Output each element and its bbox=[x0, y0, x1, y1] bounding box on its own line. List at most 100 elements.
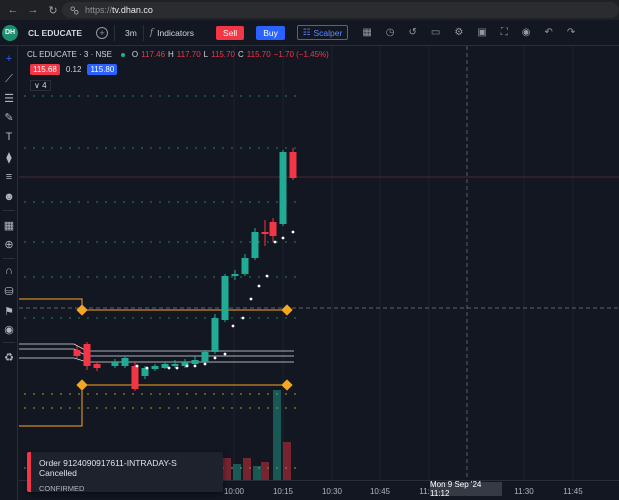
candle-body bbox=[121, 358, 129, 366]
reload-icon[interactable]: ↻ bbox=[46, 3, 60, 17]
symbol-search[interactable]: CL EDUCATE bbox=[28, 28, 82, 38]
magnet-icon[interactable]: ∩ bbox=[2, 264, 16, 278]
lock-icon[interactable]: ⚑ bbox=[2, 304, 16, 318]
pivot-dot bbox=[105, 147, 107, 149]
scalper-button[interactable]: ☷ Scalper bbox=[296, 25, 349, 40]
pivot-dot bbox=[285, 276, 287, 278]
high-value: 117.70 bbox=[176, 50, 201, 59]
bid-ask-panel: 115.68 0.12 115.80 bbox=[30, 64, 118, 75]
sar-dot bbox=[223, 352, 227, 356]
pivot-dot bbox=[249, 147, 251, 149]
undo-icon[interactable]: ↶ bbox=[545, 27, 553, 38]
buy-price-button[interactable]: 115.80 bbox=[87, 64, 118, 75]
pivot-dot bbox=[267, 407, 269, 409]
crosshair-icon[interactable]: + bbox=[2, 52, 16, 66]
trendline-icon[interactable]: ⟋ bbox=[2, 72, 16, 86]
pivot-dot bbox=[249, 201, 251, 203]
pivot-dot bbox=[177, 147, 179, 149]
pivot-dot bbox=[177, 95, 179, 97]
back-icon[interactable]: ← bbox=[6, 3, 20, 17]
low-key: L bbox=[203, 50, 209, 59]
trash-icon[interactable]: ♻ bbox=[2, 350, 16, 364]
pivot-dot bbox=[51, 407, 53, 409]
address-bar[interactable]: https://tv.dhan.co bbox=[62, 2, 619, 18]
replay-icon[interactable]: ↺ bbox=[409, 27, 417, 38]
drawing-toolbar: + ⟋ ☰ ✎ T ⧫ ≡ ☻ ▦ ⊕ ∩ ⛁ ⚑ ◉ ♻ bbox=[0, 46, 18, 500]
broadcast-icon[interactable]: ◉ bbox=[522, 27, 531, 38]
pivot-dot bbox=[177, 317, 179, 319]
pivot-dot bbox=[69, 317, 71, 319]
pivot-dot bbox=[150, 95, 152, 97]
chart-pane[interactable] bbox=[19, 46, 619, 480]
separator bbox=[3, 342, 15, 343]
pivot-dot bbox=[42, 276, 44, 278]
indicators-button[interactable]: f Indicators bbox=[150, 28, 194, 38]
compare-symbol-icon[interactable]: + bbox=[96, 26, 108, 39]
pattern-icon[interactable]: ⧫ bbox=[2, 150, 16, 164]
price-chart[interactable] bbox=[19, 46, 619, 480]
shapes-icon[interactable]: ☻ bbox=[2, 190, 16, 204]
pivot-dot bbox=[42, 393, 44, 395]
pivot-dot bbox=[33, 276, 35, 278]
site-info-icon[interactable] bbox=[70, 5, 79, 15]
pivot-dot bbox=[168, 95, 170, 97]
text-icon[interactable]: T bbox=[2, 130, 16, 144]
buy-button[interactable]: Buy bbox=[256, 25, 285, 40]
fib-icon[interactable]: ☰ bbox=[2, 91, 16, 105]
forward-icon[interactable]: → bbox=[26, 3, 40, 17]
pivot-dot bbox=[87, 317, 89, 319]
pivot-dot bbox=[42, 147, 44, 149]
layout-grid-icon[interactable]: ▦ bbox=[362, 27, 371, 38]
change-value: −1.70 (−1.45%) bbox=[273, 50, 329, 59]
pivot-dot bbox=[69, 201, 71, 203]
pivot-dot bbox=[204, 276, 206, 278]
candle-body bbox=[83, 344, 91, 366]
pivot-dot bbox=[114, 276, 116, 278]
channel-line bbox=[19, 357, 294, 363]
pivot-dot bbox=[294, 467, 296, 469]
pivot-dot bbox=[60, 201, 62, 203]
spread-value: 0.12 bbox=[65, 65, 82, 74]
scalper-label: Scalper bbox=[313, 27, 343, 38]
pivot-dot bbox=[249, 407, 251, 409]
pivot-dot bbox=[231, 276, 233, 278]
pivot-dot bbox=[96, 201, 98, 203]
pivot-dot bbox=[105, 393, 107, 395]
pivot-dot bbox=[159, 201, 161, 203]
time-tick: 10:45 bbox=[369, 487, 391, 496]
pivot-dot bbox=[78, 241, 80, 243]
alert-add-icon[interactable]: ◷ bbox=[386, 27, 395, 38]
sell-button[interactable]: Sell bbox=[216, 25, 245, 40]
interval-button[interactable]: 3m bbox=[125, 28, 137, 38]
volume-bar bbox=[273, 390, 281, 480]
pivot-dot bbox=[69, 95, 71, 97]
settings-icon[interactable]: ⚙ bbox=[454, 27, 463, 38]
pivot-dot bbox=[159, 241, 161, 243]
pivot-dot bbox=[42, 95, 44, 97]
eye-icon[interactable]: ◉ bbox=[2, 322, 16, 336]
zoom-icon[interactable]: ⊕ bbox=[2, 237, 16, 251]
candle-body bbox=[191, 360, 199, 364]
indicators-collapse-button[interactable]: ∨ 4 bbox=[30, 80, 51, 91]
order-toast[interactable]: Order 9124090917611-INTRADAY-S Cancelled… bbox=[27, 452, 223, 493]
lock-drawings-icon[interactable]: ⛁ bbox=[2, 284, 16, 298]
pivot-dot bbox=[69, 147, 71, 149]
sell-price-button[interactable]: 115.68 bbox=[30, 64, 60, 75]
forecast-icon[interactable]: ≡ bbox=[2, 170, 16, 184]
sar-dot bbox=[281, 236, 285, 240]
fullscreen-icon[interactable]: ⛶ bbox=[501, 27, 508, 38]
low-value: 115.70 bbox=[211, 50, 235, 59]
brush-icon[interactable]: ✎ bbox=[2, 110, 16, 124]
bar-chart-icon[interactable]: ▭ bbox=[431, 27, 440, 38]
pivot-dot bbox=[186, 393, 188, 395]
ruler-icon[interactable]: ▦ bbox=[2, 218, 16, 232]
pivot-dot bbox=[24, 276, 26, 278]
pivot-dot bbox=[213, 276, 215, 278]
redo-icon[interactable]: ↷ bbox=[567, 27, 575, 38]
candle-body bbox=[289, 152, 297, 178]
pivot-dot bbox=[267, 95, 269, 97]
camera-icon[interactable]: ▣ bbox=[477, 27, 486, 38]
pivot-dot bbox=[267, 393, 269, 395]
pivot-dot bbox=[294, 241, 296, 243]
pivot-dot bbox=[204, 241, 206, 243]
